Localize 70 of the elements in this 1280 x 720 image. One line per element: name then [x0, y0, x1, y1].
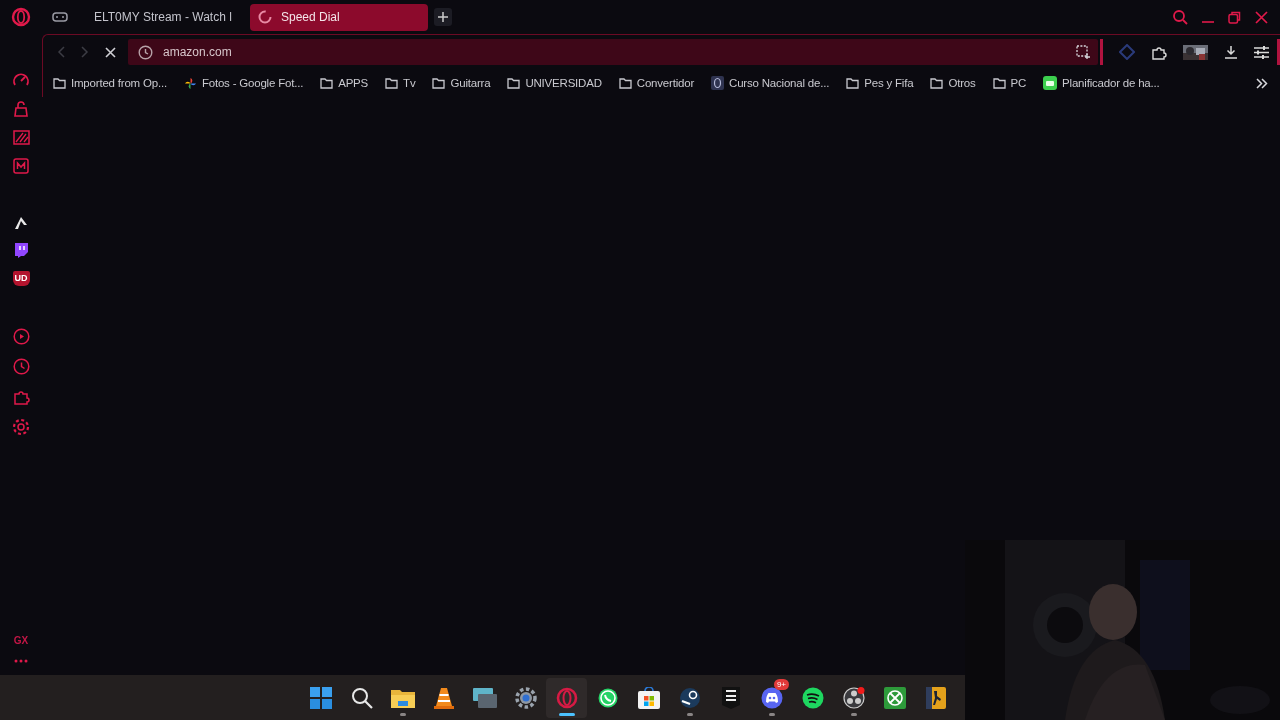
bookmark[interactable]: Otros — [930, 77, 976, 89]
twitch-icon[interactable] — [14, 243, 28, 258]
taskbar-app[interactable] — [546, 677, 587, 718]
bookmark[interactable]: Planificador de ha... — [1043, 76, 1160, 90]
snapshot-icon[interactable] — [1076, 45, 1090, 59]
folder-icon — [432, 77, 446, 89]
windows-logo-icon — [309, 686, 332, 709]
pinwheel-icon — [183, 76, 197, 90]
xbox-logo-icon — [883, 686, 906, 709]
history-clock-icon — [138, 44, 153, 60]
steam-logo-icon — [678, 686, 701, 709]
folder-icon — [618, 77, 632, 89]
stop-loading-icon[interactable] — [105, 46, 116, 58]
bookmark[interactable]: UNIVERSIDAD — [507, 77, 602, 89]
shield-logo-icon — [721, 686, 740, 709]
bookmark[interactable]: Guitarra — [432, 77, 491, 89]
close-icon[interactable] — [1255, 10, 1268, 24]
address-field[interactable]: amazon.com — [163, 43, 1066, 61]
taskbar-app[interactable]: 9+ — [751, 677, 792, 718]
download-icon[interactable] — [1224, 45, 1238, 59]
notification-badge: 9+ — [773, 678, 789, 690]
bookmark[interactable]: APPS — [320, 77, 369, 89]
play-circle-icon[interactable] — [12, 328, 30, 345]
browser-tab[interactable]: Speed Dial — [250, 3, 428, 31]
folder-icon — [930, 77, 944, 89]
folder-icon — [385, 77, 399, 89]
opera-logo-icon — [555, 686, 578, 709]
more-bookmarks-icon[interactable] — [1256, 77, 1268, 89]
bookmark[interactable]: Imported from Op... — [53, 77, 167, 89]
record-logo-icon — [842, 686, 865, 709]
bookmark[interactable]: PC — [992, 77, 1027, 89]
puzzle-icon[interactable] — [1151, 44, 1167, 60]
address-bar[interactable]: amazon.com — [128, 39, 1098, 65]
speedometer-icon[interactable] — [12, 72, 30, 88]
calendar-app-icon — [1043, 76, 1058, 90]
plus-icon — [438, 12, 448, 22]
folder-icon — [53, 77, 66, 89]
shield-icon — [711, 76, 725, 90]
peak-logo-icon[interactable] — [14, 216, 28, 230]
folder-icon — [846, 77, 860, 89]
new-tab-button[interactable] — [434, 8, 452, 26]
more-icon[interactable] — [14, 659, 28, 663]
restore-icon[interactable] — [1228, 10, 1241, 24]
bookmark[interactable]: Tv — [385, 77, 416, 89]
loading-spinner-icon — [258, 10, 272, 24]
controller-face-icon — [760, 686, 783, 709]
clock-icon[interactable] — [12, 358, 30, 375]
folder-icon — [390, 687, 415, 708]
folder-icon — [992, 77, 1006, 89]
gamepad-icon[interactable] — [52, 11, 68, 23]
bookmark[interactable]: Curso Nacional de... — [711, 76, 830, 90]
bookmark[interactable]: Fotos - Google Fot... — [183, 76, 304, 90]
search-icon — [350, 686, 373, 709]
gear-icon — [514, 686, 537, 709]
search-icon[interactable] — [1172, 9, 1188, 25]
bookmark[interactable]: Convertidor — [618, 77, 695, 89]
browser-tab[interactable]: ELT0MY Stream - Watch l — [78, 3, 238, 31]
folder-icon — [320, 77, 334, 89]
spotify-logo-icon — [801, 686, 824, 709]
traffic-cone-icon — [433, 686, 454, 709]
shield-badge[interactable]: UD — [12, 271, 30, 286]
sliders-icon[interactable] — [1254, 45, 1269, 59]
bookmark[interactable]: Pes y Fifa — [846, 77, 914, 89]
settings-icon[interactable] — [12, 418, 30, 436]
store-bag-icon — [637, 686, 660, 709]
opera-logo-icon[interactable] — [11, 7, 31, 27]
striped-tile-icon[interactable] — [12, 130, 30, 145]
folder-icon — [507, 77, 521, 89]
chat-bubble-icon — [596, 686, 619, 709]
m-tile-icon[interactable] — [13, 158, 29, 174]
